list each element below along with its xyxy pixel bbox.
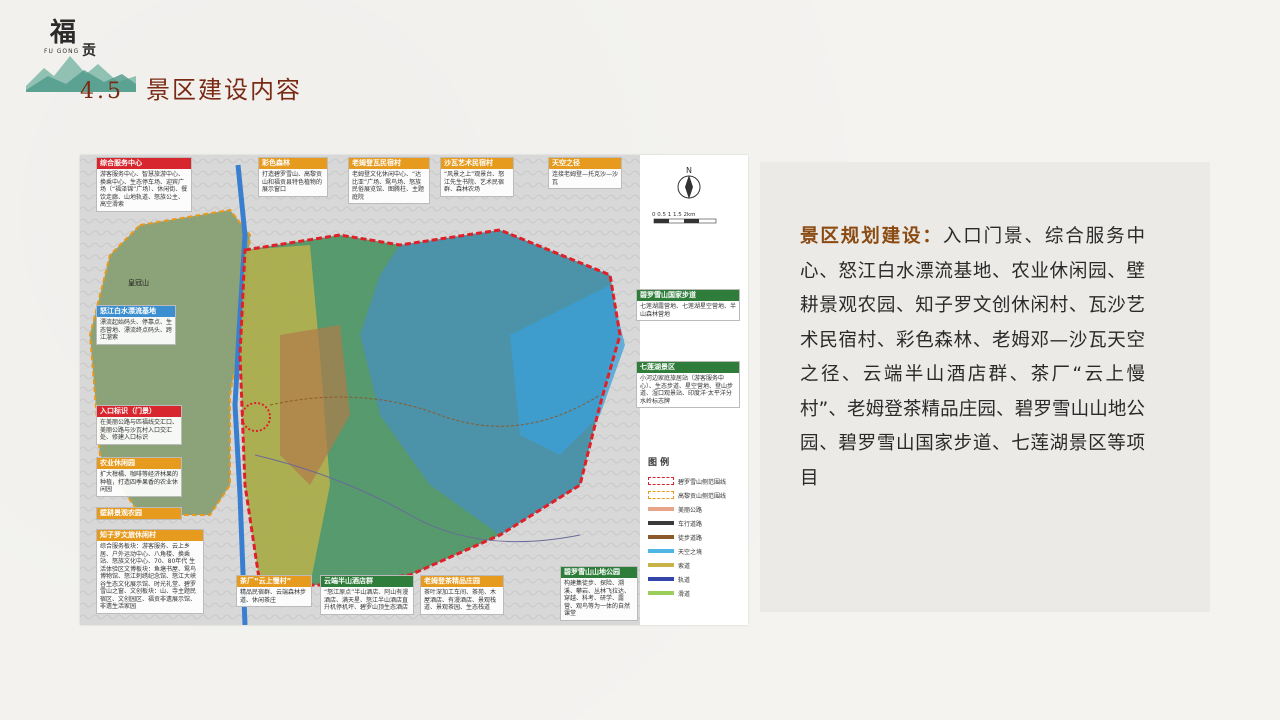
legend-label: 碧罗雪山侧范围线 — [678, 478, 727, 486]
legend-swatch — [648, 577, 674, 581]
legend-item: 索道 — [648, 558, 743, 572]
legend-label: 美丽公路 — [678, 506, 703, 514]
callout-body: 老姆登文化休闲中心、“达比亚”广场、鸳鸟场、怒族民俗展览馆、图腾柱、主题庭院 — [352, 171, 425, 201]
legend-item: 美丽公路 — [648, 502, 743, 516]
callout-body: 综合服务板块：游客服务、云上乡居、户外运动中心、八角楼、换乘站、怒族文化中心、7… — [100, 543, 197, 610]
legend-label: 天空之境 — [678, 548, 703, 556]
callout-title: 沙瓦艺术民宿村 — [441, 158, 513, 169]
legend-item: 高黎贡山侧范围线 — [648, 488, 743, 502]
legend-label: 轨道 — [678, 576, 691, 584]
callout-title: 综合服务中心 — [97, 158, 191, 169]
callout-title: 农业休闲园 — [97, 458, 181, 469]
legend-label: 索道 — [678, 562, 691, 570]
callout-tea-factory: 茶厂“云上慢村” 精品民宿群、云端森林步道、休闲茶庄 — [236, 575, 312, 607]
callout-title: 七莲湖景区 — [637, 362, 739, 373]
map-legend: 图 例 碧罗雪山侧范围线 高黎贡山侧范围线 美丽公路车行道路徒步道路天空之境索道轨道… — [648, 455, 743, 600]
legend-swatch — [648, 549, 674, 553]
scale-bar-label: 0 0.5 1 1.5 2km — [652, 212, 696, 218]
legend-swatch — [648, 491, 674, 499]
description-body: 入口门景、综合服务中心、怒江白水漂流基地、农业休闲园、壁耕景观农园、知子罗文创休… — [800, 226, 1145, 489]
callout-title: 云端半山酒店群 — [321, 576, 413, 587]
callout-title: 知子罗文旅休闲村 — [97, 530, 203, 541]
callout-body: 打造碧罗雪山、高黎贡山和福贡县特色植物的展示窗口 — [262, 171, 323, 193]
callout-title: 天空之径 — [549, 158, 621, 169]
legend-label: 滑道 — [678, 590, 691, 598]
callout-title: 壁耕景观农园 — [97, 508, 181, 519]
callout-service-center: 综合服务中心 游客服务中心、智慧旅游中心、换乘中心、生态停车场、迎宾广场（“福泽… — [96, 157, 192, 212]
callout-national-trail: 碧罗雪山国家步道 七莲湖露营地、七莲湖星空营地、半山森林营地 — [636, 289, 740, 321]
place-label: 皇冠山 — [128, 278, 149, 287]
legend-swatch — [648, 591, 674, 595]
legend-item: 徒步道路 — [648, 530, 743, 544]
callout-title: 茶厂“云上慢村” — [237, 576, 311, 587]
callout-body: “怒江原点”半山酒店、阿山有漫酒店、满天星、怒江半山酒店直升机停机坪、碧罗山顶生… — [324, 589, 409, 611]
callout-title: 碧罗雪山国家步道 — [637, 290, 739, 301]
callout-body: 茶叶深加工车间、茶苑、木屋酒店、有漫酒店、景观栈道、景观茶园、生态栈道 — [424, 589, 497, 611]
section-title: 景区建设内容 — [146, 76, 302, 104]
legend-item: 天空之境 — [648, 544, 743, 558]
description-text: 景区规划建设：入口门景、综合服务中心、怒江白水漂流基地、农业休闲园、壁耕景观农园… — [800, 220, 1145, 496]
legend-label: 徒步道路 — [678, 534, 703, 542]
callout-shawa-art-village: 沙瓦艺术民宿村 “风景之上”观景台、怒江先生书院、艺术民宿群、森林农场 — [440, 157, 514, 197]
callout-body: 构建集徒步、探险、溯溪、攀岩、丛林飞拉达、穿越、科考、研学、露营、观鸟等为一体的… — [564, 580, 631, 617]
logo-character: 福 — [50, 18, 77, 48]
callout-sky-path: 天空之径 连接老姆登—托克沙—沙瓦 — [548, 157, 622, 189]
callout-body: 小河边家庭旅居站（游客服务中心）、生态步道、星空营地、登山步道、湿口观景站、印度… — [640, 375, 734, 405]
callout-title: 老姆登瓦民宿村 — [349, 158, 429, 169]
callout-body: 在美丽公路与匹福线交汇口、美丽公路与沙瓦村入口交汇处、修建入口标识 — [100, 419, 179, 441]
callout-body: “风景之上”观景台、怒江先生书院、艺术民宿群、森林农场 — [444, 171, 505, 193]
callout-tea-estate: 老姆登茶精品庄园 茶叶深加工车间、茶苑、木屋酒店、有漫酒店、景观栈道、景观茶园、… — [420, 575, 504, 615]
callout-title: 彩色森林 — [259, 158, 327, 169]
callout-body: 游客服务中心、智慧旅游中心、换乘中心、生态停车场、迎宾广场（“福泽锦”广场）、休… — [100, 171, 188, 208]
legend-items: 碧罗雪山侧范围线 高黎贡山侧范围线 美丽公路车行道路徒步道路天空之境索道轨道滑道 — [648, 474, 743, 600]
legend-item: 滑道 — [648, 586, 743, 600]
description-panel: 景区规划建设：入口门景、综合服务中心、怒江白水漂流基地、农业休闲园、壁耕景观农园… — [760, 162, 1210, 612]
legend-swatch — [648, 563, 674, 567]
callout-body: 连接老姆登—托克沙—沙瓦 — [552, 171, 619, 186]
legend-item: 车行道路 — [648, 516, 743, 530]
section-number: 4.5 — [80, 79, 124, 104]
legend-swatch — [648, 521, 674, 525]
callout-body: 漂流起始码头、停靠点、生态营地、漂流终点码头、跨江溜索 — [100, 319, 173, 341]
description-label: 景区规划建设： — [800, 226, 943, 247]
callout-laomudeng-village: 老姆登瓦民宿村 老姆登文化休闲中心、“达比亚”广场、鸳鸟场、怒族民俗展览馆、图腾… — [348, 157, 430, 204]
legend-item: 碧罗雪山侧范围线 — [648, 474, 743, 488]
north-label: N — [686, 166, 692, 175]
callout-body: 扩大柑橘、咖啡等经济林果的种植，打造四季果香的农业休闲园 — [100, 471, 179, 493]
planning-map: N 0 0.5 1 1.5 2km 皇冠山 综合服务中心 游客服务中心、智慧旅游… — [80, 155, 748, 625]
legend-label: 车行道路 — [678, 520, 703, 528]
callout-qilian-lake: 七莲湖景区 小河边家庭旅居站（游客服务中心）、生态步道、星空营地、登山步道、湿口… — [636, 361, 740, 408]
callout-mountain-park: 碧罗雪山山地公园 构建集徒步、探险、溯溪、攀岩、丛林飞拉达、穿越、科考、研学、露… — [560, 566, 638, 621]
section-heading: 4.5 景区建设内容 — [80, 70, 302, 105]
callout-agri-park: 农业休闲园 扩大柑橘、咖啡等经济林果的种植，打造四季果香的农业休闲园 — [96, 457, 182, 497]
callout-entrance: 入口标识（门景） 在美丽公路与匹福线交汇口、美丽公路与沙瓦村入口交汇处、修建入口… — [96, 405, 182, 445]
callout-terrace-farm: 壁耕景观农园 — [96, 507, 182, 520]
callout-body: 精品民宿群、云端森林步道、休闲茶庄 — [240, 589, 307, 604]
callout-colorful-forest: 彩色森林 打造碧罗雪山、高黎贡山和福贡县特色植物的展示窗口 — [258, 157, 328, 197]
legend-item: 轨道 — [648, 572, 743, 586]
callout-rafting-base: 怒江白水漂流基地 漂流起始码头、停靠点、生态营地、漂流终点码头、跨江溜索 — [96, 305, 176, 345]
legend-swatch — [648, 507, 674, 511]
callout-title: 入口标识（门景） — [97, 406, 181, 417]
callout-body: 七莲湖露营地、七莲湖星空营地、半山森林营地 — [640, 303, 737, 318]
callout-title: 老姆登茶精品庄园 — [421, 576, 503, 587]
callout-hillside-hotels: 云端半山酒店群 “怒江原点”半山酒店、阿山有漫酒店、满天星、怒江半山酒店直升机停… — [320, 575, 414, 615]
legend-label: 高黎贡山侧范围线 — [678, 492, 727, 500]
legend-swatch — [648, 535, 674, 539]
callout-title: 怒江白水漂流基地 — [97, 306, 175, 317]
callout-zhiziluo-village: 知子罗文旅休闲村 综合服务板块：游客服务、云上乡居、户外运动中心、八角楼、换乘站… — [96, 529, 204, 614]
legend-title: 图 例 — [648, 458, 670, 468]
legend-swatch — [648, 477, 674, 485]
callout-title: 碧罗雪山山地公园 — [561, 567, 637, 578]
